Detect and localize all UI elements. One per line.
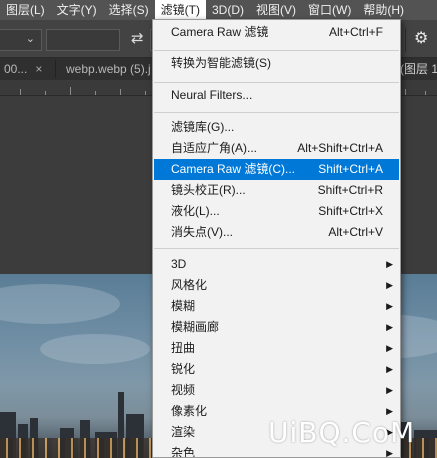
menu-filter[interactable]: 滤镜(T) xyxy=(154,0,206,20)
tab-previous-document[interactable]: 00... × xyxy=(4,58,42,80)
width-field[interactable] xyxy=(46,29,120,51)
menu-item-label: 视频 xyxy=(171,383,196,397)
watermark-logo: UiBQ.CoM xyxy=(268,416,416,449)
chevron-down-icon: ⌄ xyxy=(25,33,35,45)
menu-item-label: 3D xyxy=(171,257,187,271)
divider xyxy=(55,60,56,78)
menu-layer[interactable]: 图层(L) xyxy=(0,0,51,20)
submenu-arrow-icon: ▶ xyxy=(386,385,393,395)
menu-item-label: 消失点(V)... xyxy=(171,225,233,239)
menu-item-label: 杂色 xyxy=(171,446,196,457)
menu-item-shortcut: Shift+Ctrl+A xyxy=(318,162,383,176)
ruler-tick xyxy=(425,91,426,95)
cloud xyxy=(40,334,150,364)
menu-item-convert-smart-filter[interactable]: 转换为智能滤镜(S) xyxy=(154,53,399,74)
menu-item-label: 液化(L)... xyxy=(171,204,220,218)
menu-item-label: 模糊 xyxy=(171,299,196,313)
submenu-arrow-icon: ▶ xyxy=(386,280,393,290)
menu-type[interactable]: 文字(Y) xyxy=(51,0,103,20)
swap-arrows-icon[interactable]: ⇄ xyxy=(131,29,147,49)
ruler-tick xyxy=(405,89,406,95)
ruler-tick xyxy=(70,87,71,95)
tab-layer-info[interactable]: (图层 1 xyxy=(400,58,437,80)
menu-item-filter-gallery[interactable]: 滤镜库(G)... xyxy=(154,117,399,138)
menu-separator xyxy=(154,50,399,51)
menu-item-adaptive-wide-angle[interactable]: 自适应广角(A)... Alt+Shift+Ctrl+A xyxy=(154,138,399,159)
menu-item-video[interactable]: 视频 ▶ xyxy=(154,380,399,401)
menu-help[interactable]: 帮助(H) xyxy=(357,0,410,20)
menu-item-distort[interactable]: 扭曲 ▶ xyxy=(154,338,399,359)
menu-3d[interactable]: 3D(D) xyxy=(206,0,250,20)
menu-item-label: Camera Raw 滤镜 xyxy=(171,25,269,39)
menu-item-label: 风格化 xyxy=(171,278,208,292)
submenu-arrow-icon: ▶ xyxy=(386,364,393,374)
menu-item-stylize[interactable]: 风格化 ▶ xyxy=(154,275,399,296)
menu-item-camera-raw-filter[interactable]: Camera Raw 滤镜(C)... Shift+Ctrl+A xyxy=(154,159,399,180)
submenu-arrow-icon: ▶ xyxy=(386,259,393,269)
menu-item-label: 模糊画廊 xyxy=(171,320,220,334)
menu-view[interactable]: 视图(V) xyxy=(250,0,302,20)
menu-item-blur[interactable]: 模糊 ▶ xyxy=(154,296,399,317)
menu-item-camera-raw-last[interactable]: Camera Raw 滤镜 Alt+Ctrl+F xyxy=(154,22,399,43)
ruler-tick xyxy=(120,89,121,95)
menu-item-label: 镜头校正(R)... xyxy=(171,183,246,197)
menu-item-3d[interactable]: 3D ▶ xyxy=(154,254,399,275)
gear-icon[interactable]: ⚙ xyxy=(414,29,434,49)
menu-separator xyxy=(154,248,399,249)
submenu-arrow-icon: ▶ xyxy=(386,322,393,332)
close-icon[interactable]: × xyxy=(35,62,42,76)
ruler-tick xyxy=(45,91,46,95)
divider xyxy=(405,28,406,52)
mode-dropdown[interactable]: ⌄ xyxy=(0,29,42,51)
menu-separator xyxy=(154,112,399,113)
menu-item-label: Camera Raw 滤镜(C)... xyxy=(171,162,296,176)
tab-webp-document[interactable]: webp.webp (5).j xyxy=(66,58,151,80)
ruler-tick xyxy=(20,89,21,95)
menu-item-label: 渲染 xyxy=(171,425,196,439)
cloud xyxy=(0,284,120,324)
ruler-tick xyxy=(95,91,96,95)
menu-item-shortcut: Shift+Ctrl+X xyxy=(318,204,383,218)
menu-item-shortcut: Alt+Shift+Ctrl+A xyxy=(297,141,383,155)
menu-item-shortcut: Alt+Ctrl+F xyxy=(328,25,383,39)
menu-select[interactable]: 选择(S) xyxy=(103,0,155,20)
menu-item-label: 自适应广角(A)... xyxy=(171,141,257,155)
menu-item-label: 像素化 xyxy=(171,404,208,418)
menu-item-sharpen[interactable]: 锐化 ▶ xyxy=(154,359,399,380)
submenu-arrow-icon: ▶ xyxy=(386,343,393,353)
menu-item-shortcut: Alt+Ctrl+V xyxy=(328,225,383,239)
tab-label: 00... xyxy=(4,62,28,76)
filter-menu: Camera Raw 滤镜 Alt+Ctrl+F 转换为智能滤镜(S) Neur… xyxy=(152,19,401,458)
menu-item-neural-filters[interactable]: Neural Filters... xyxy=(154,85,399,106)
menu-item-shortcut: Shift+Ctrl+R xyxy=(317,183,383,197)
menu-item-label: 扭曲 xyxy=(171,341,196,355)
menu-item-label: 滤镜库(G)... xyxy=(171,120,235,134)
menu-item-label: Neural Filters... xyxy=(171,88,253,102)
menu-item-blur-gallery[interactable]: 模糊画廊 ▶ xyxy=(154,317,399,338)
ruler-tick xyxy=(145,91,146,95)
tab-label: webp.webp (5).j xyxy=(66,62,151,76)
submenu-arrow-icon: ▶ xyxy=(386,301,393,311)
menu-separator xyxy=(154,82,399,83)
menu-item-lens-correction[interactable]: 镜头校正(R)... Shift+Ctrl+R xyxy=(154,180,399,201)
menubar: 图层(L) 文字(Y) 选择(S) 滤镜(T) 3D(D) 视图(V) 窗口(W… xyxy=(0,0,437,20)
menu-item-label: 锐化 xyxy=(171,362,196,376)
menu-item-liquify[interactable]: 液化(L)... Shift+Ctrl+X xyxy=(154,201,399,222)
menu-window[interactable]: 窗口(W) xyxy=(302,0,357,20)
menu-item-vanishing-point[interactable]: 消失点(V)... Alt+Ctrl+V xyxy=(154,222,399,243)
menu-item-label: 转换为智能滤镜(S) xyxy=(171,56,271,70)
